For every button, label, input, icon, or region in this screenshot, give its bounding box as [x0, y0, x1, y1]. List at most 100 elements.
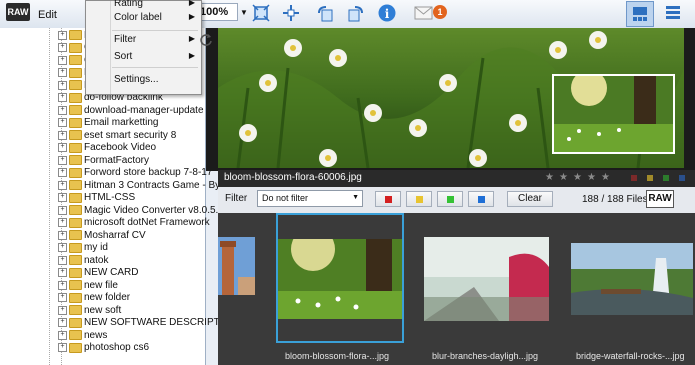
- zoom-dropdown-icon[interactable]: ▼: [239, 3, 249, 21]
- expand-icon[interactable]: +: [58, 143, 67, 152]
- mail-icon[interactable]: [413, 2, 435, 24]
- expand-icon[interactable]: +: [58, 205, 67, 215]
- thumbnail-strip[interactable]: bloom-blossom-flora-...jpg blur-branches…: [218, 213, 695, 365]
- expand-icon[interactable]: +: [58, 268, 67, 277]
- filter-yellow-button[interactable]: [406, 191, 432, 207]
- zoom-select[interactable]: 100%: [196, 3, 238, 21]
- tree-item[interactable]: + news: [0, 329, 205, 341]
- menu-item-settings[interactable]: Settings...: [86, 72, 201, 88]
- tree-item[interactable]: + Magic Video Converter v8.0.5.2: [0, 204, 224, 216]
- grid-view-button[interactable]: [626, 1, 654, 27]
- menu-item-color-label[interactable]: Color label ▶: [86, 10, 201, 26]
- expand-icon[interactable]: +: [58, 155, 67, 165]
- folder-icon: [69, 67, 82, 78]
- thumbnail-caption: bridge-waterfall-rocks-...jpg: [576, 351, 685, 361]
- expand-icon[interactable]: +: [58, 130, 67, 140]
- folder-icon: [69, 80, 82, 90]
- tree-item[interactable]: + new folder: [0, 292, 205, 304]
- thumbnail-3[interactable]: [571, 243, 693, 315]
- expand-icon[interactable]: +: [58, 118, 67, 127]
- color-label-red-icon[interactable]: [631, 175, 637, 181]
- folder-icon: [69, 342, 82, 353]
- rotate-left-icon[interactable]: [314, 2, 336, 24]
- menu-item-filter[interactable]: Filter ▶: [86, 32, 201, 48]
- tree-item[interactable]: + Facebook Video: [0, 142, 205, 154]
- expand-icon[interactable]: +: [58, 230, 67, 240]
- expand-icon[interactable]: +: [58, 180, 67, 190]
- image-info-bar: bloom-blossom-flora-60006.jpg ★ ★ ★ ★ ★: [218, 170, 695, 187]
- edit-button[interactable]: Edit: [38, 4, 57, 26]
- menu-item-label: Settings...: [114, 74, 159, 85]
- rating-star-icon[interactable]: ★: [601, 172, 610, 183]
- color-label-blue-icon[interactable]: [679, 175, 685, 181]
- tree-item[interactable]: + eset smart security 8: [0, 129, 205, 141]
- expand-icon[interactable]: +: [58, 293, 67, 302]
- folder-icon: [69, 142, 82, 153]
- rating-star-icon[interactable]: ★: [587, 172, 596, 183]
- expand-icon[interactable]: +: [58, 193, 67, 202]
- filter-blue-button[interactable]: [468, 191, 494, 207]
- raw-badge[interactable]: RAW: [6, 3, 30, 21]
- raw-toggle-button[interactable]: RAW: [646, 190, 674, 208]
- expand-icon[interactable]: +: [58, 93, 67, 102]
- yellow-square-icon: [416, 196, 423, 203]
- fit-to-window-icon[interactable]: [250, 2, 272, 24]
- expand-icon[interactable]: +: [58, 243, 67, 252]
- expand-icon[interactable]: +: [58, 343, 67, 352]
- refresh-icon[interactable]: [199, 33, 213, 47]
- expand-icon[interactable]: +: [58, 30, 67, 40]
- expand-icon[interactable]: +: [58, 305, 67, 315]
- tree-item[interactable]: + photoshop cs6: [0, 342, 205, 354]
- expand-icon[interactable]: +: [58, 318, 67, 327]
- color-label-yellow-icon[interactable]: [647, 175, 653, 181]
- expand-icon[interactable]: +: [58, 255, 67, 265]
- tree-item[interactable]: + NEW CARD: [0, 267, 205, 279]
- tree-item-label: Forword store backup 7-8-17: [84, 167, 213, 178]
- expand-icon[interactable]: +: [58, 330, 67, 340]
- tree-item[interactable]: + microsoft dotNet Framework: [0, 217, 210, 229]
- thumbnail-1[interactable]: [278, 239, 402, 319]
- expand-icon[interactable]: +: [58, 43, 67, 52]
- tree-item[interactable]: + Hitman 3 Contracts Game - By Tc: [0, 179, 233, 191]
- expand-icon[interactable]: +: [58, 280, 67, 290]
- filter-green-button[interactable]: [437, 191, 463, 207]
- tree-item-label: my id: [84, 242, 108, 253]
- expand-icon[interactable]: +: [58, 168, 67, 177]
- rating-star-icon[interactable]: ★: [573, 172, 582, 183]
- menu-separator: [112, 67, 198, 68]
- filter-select[interactable]: Do not filter ▼: [257, 190, 363, 207]
- tree-item[interactable]: + Email marketting: [0, 117, 205, 129]
- rating-star-icon[interactable]: ★: [545, 172, 554, 183]
- rotate-right-icon[interactable]: [345, 2, 367, 24]
- color-label-green-icon[interactable]: [663, 175, 669, 181]
- clear-filter-button[interactable]: Clear: [507, 191, 553, 207]
- tree-item[interactable]: + download-manager-update plugi: [0, 104, 227, 116]
- rating-star-icon[interactable]: ★: [559, 172, 568, 183]
- tree-item[interactable]: + natok: [0, 254, 205, 266]
- actual-size-icon[interactable]: [280, 2, 302, 24]
- submenu-arrow-icon: ▶: [188, 12, 195, 21]
- thumbnail-0[interactable]: [218, 237, 255, 295]
- expand-icon[interactable]: +: [58, 105, 67, 115]
- expand-icon[interactable]: +: [58, 55, 67, 65]
- info-icon[interactable]: i: [376, 2, 398, 24]
- expand-icon[interactable]: +: [58, 218, 67, 227]
- tree-item[interactable]: + Mosharraf CV: [0, 229, 205, 241]
- filter-red-button[interactable]: [375, 191, 401, 207]
- folder-icon: [69, 192, 82, 203]
- tree-item[interactable]: + my id: [0, 242, 205, 254]
- tree-item[interactable]: + NEW SOFTWARE DESCRIPTION: [0, 317, 238, 329]
- folder-icon: [69, 205, 82, 215]
- tree-item[interactable]: + HTML-CSS: [0, 192, 205, 204]
- tree-item[interactable]: + new soft: [0, 304, 205, 316]
- list-view-icon[interactable]: [662, 2, 684, 24]
- menu-item-sort[interactable]: Sort ▶: [86, 49, 201, 65]
- folder-icon: [69, 180, 82, 190]
- thumbnail-2[interactable]: [424, 237, 549, 321]
- tree-item[interactable]: + Forword store backup 7-8-17: [0, 167, 212, 179]
- expand-icon[interactable]: +: [58, 80, 67, 90]
- tree-item[interactable]: + new file: [0, 279, 205, 291]
- tree-item[interactable]: + FormatFactory: [0, 154, 205, 166]
- expand-icon[interactable]: +: [58, 68, 67, 77]
- preview-navigator[interactable]: [552, 74, 675, 154]
